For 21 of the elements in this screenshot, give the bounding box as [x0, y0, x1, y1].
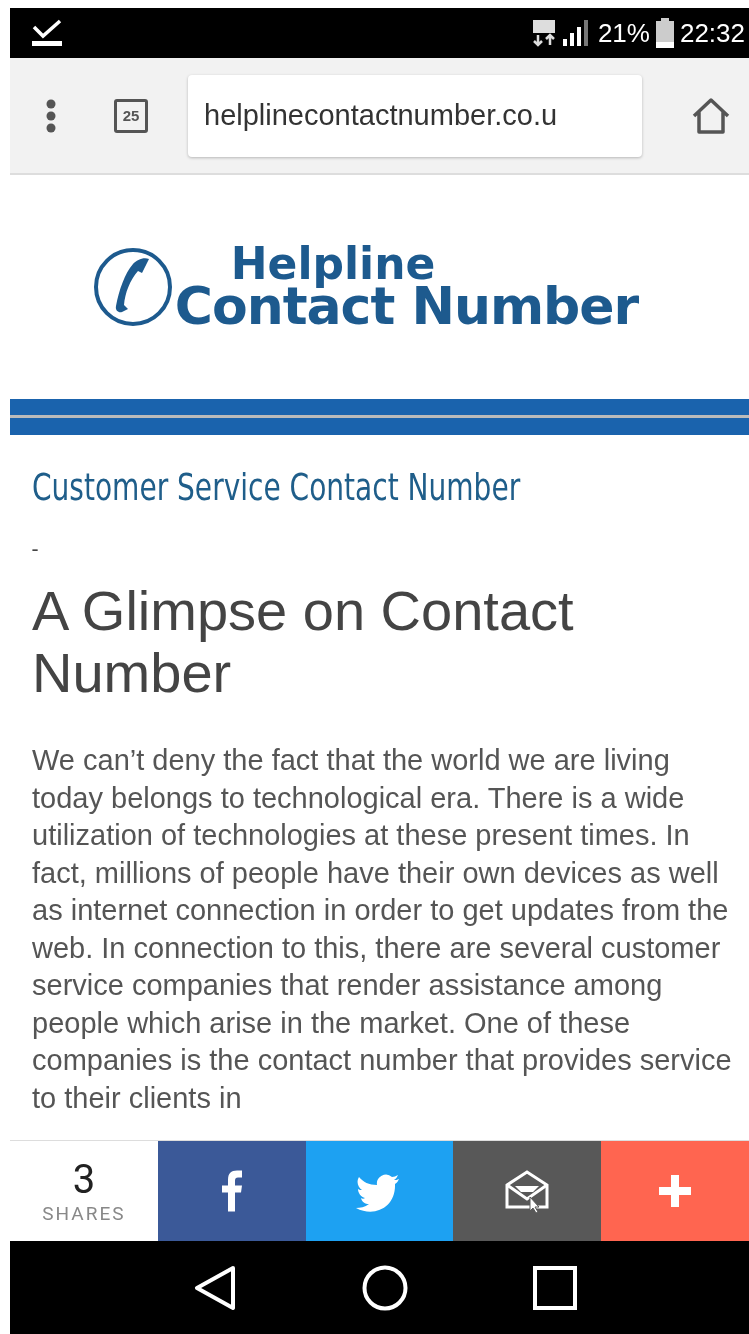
- download-done-icon: [30, 19, 64, 47]
- email-share-button[interactable]: [453, 1141, 602, 1241]
- home-icon[interactable]: [691, 96, 731, 135]
- battery-icon: [655, 18, 674, 48]
- facebook-share-button[interactable]: [157, 1141, 306, 1241]
- menu-icon[interactable]: [46, 98, 56, 133]
- battery-percentage: 21%: [597, 17, 650, 49]
- clock: 22:32: [679, 17, 745, 49]
- recents-icon[interactable]: [532, 1265, 577, 1310]
- article-title: A Glimpse on Contact Number: [32, 580, 575, 704]
- separator-text: -: [32, 537, 39, 562]
- network-type-icon: [531, 19, 556, 47]
- tab-switcher-button[interactable]: 25: [114, 98, 148, 133]
- facebook-icon: [220, 1170, 243, 1212]
- share-count: 3: [72, 1157, 96, 1202]
- share-label: SHARES: [42, 1201, 126, 1225]
- category-link[interactable]: Customer Service Contact Number: [32, 465, 521, 509]
- more-share-button[interactable]: [601, 1141, 749, 1241]
- back-icon[interactable]: [192, 1264, 237, 1311]
- article-body: We can’t deny the fact that the world we are living today belongs to technological era. There is a wide utilization of technologies at these present times. In fact, millions of people have their own devices as well as internet connection in order to get updates from the web. In connection to this, there are several customer service companies that render assistance among people which arise in the market. One of these companies is the contact number that provides service to their clients in: [32, 743, 733, 1116]
- url-field[interactable]: helplinecontactnumber.co.u: [188, 74, 642, 157]
